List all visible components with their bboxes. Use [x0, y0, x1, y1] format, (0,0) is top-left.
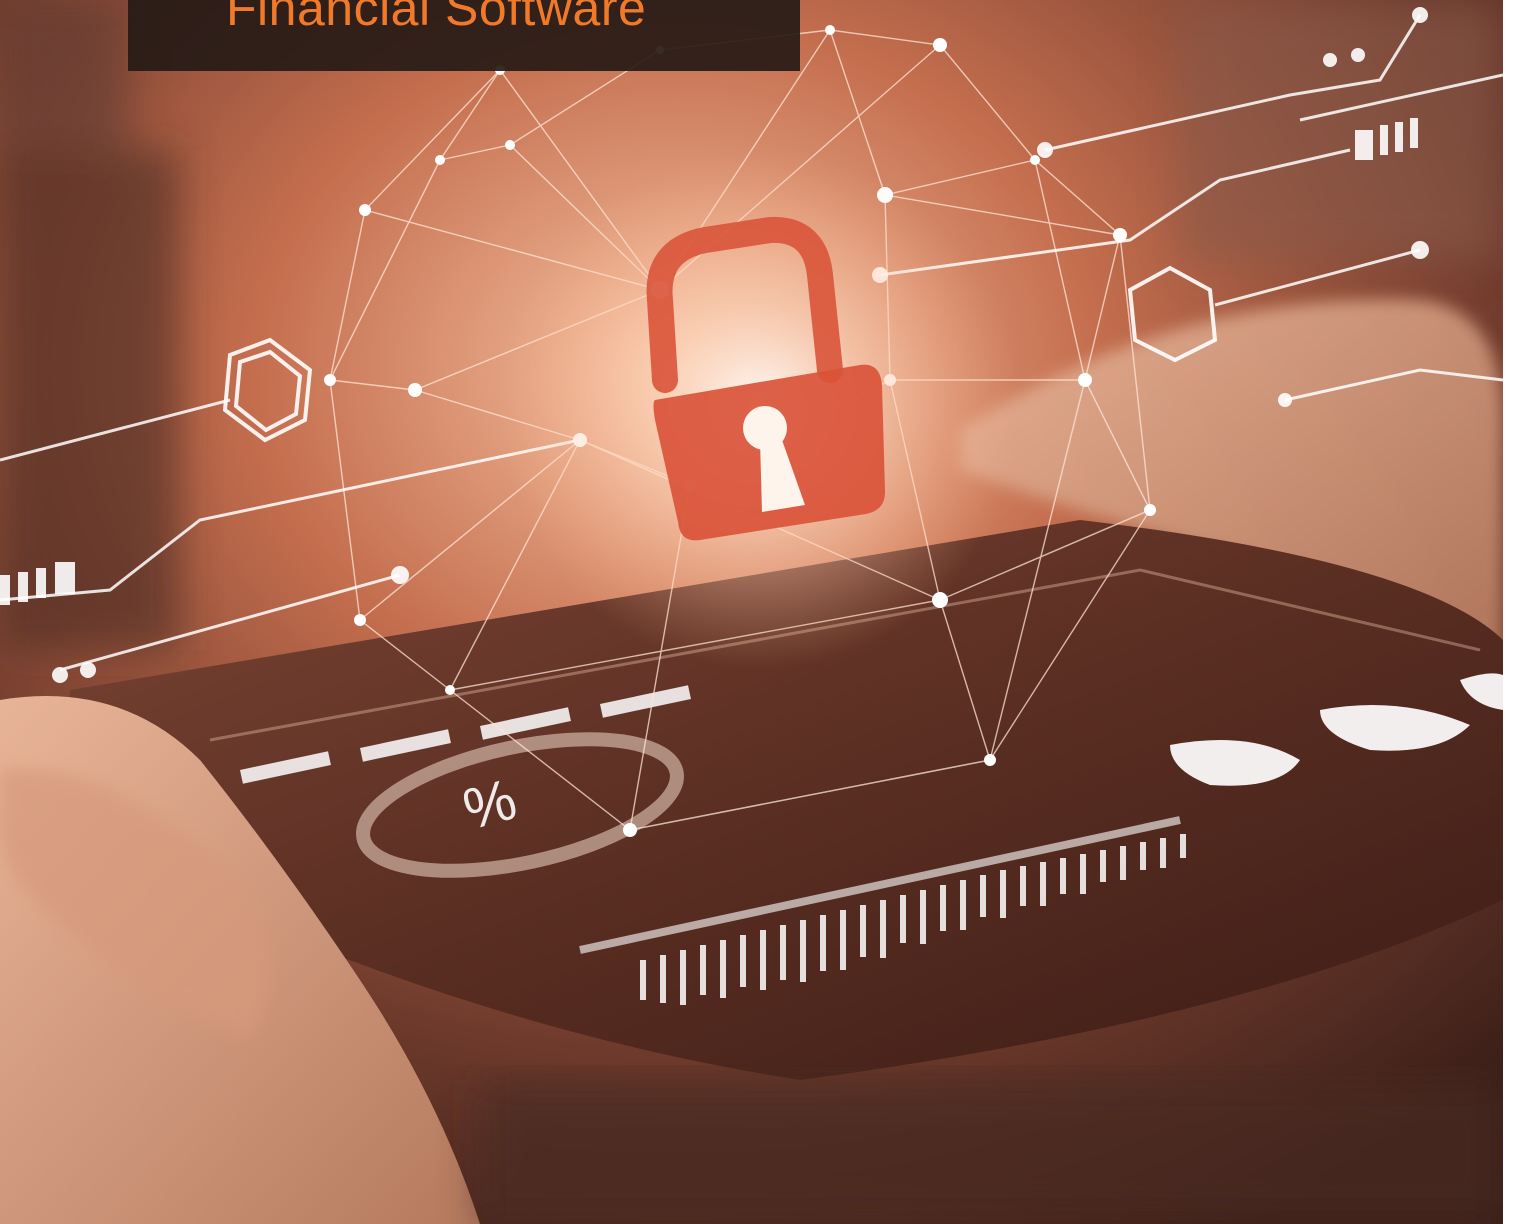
- hero-photo: %: [0, 0, 1503, 1224]
- page-edge: [1503, 0, 1515, 1224]
- page-title: Financial Software: [226, 0, 647, 36]
- photo-illustration: %: [0, 0, 1503, 1224]
- title-banner: Financial Software: [128, 0, 800, 71]
